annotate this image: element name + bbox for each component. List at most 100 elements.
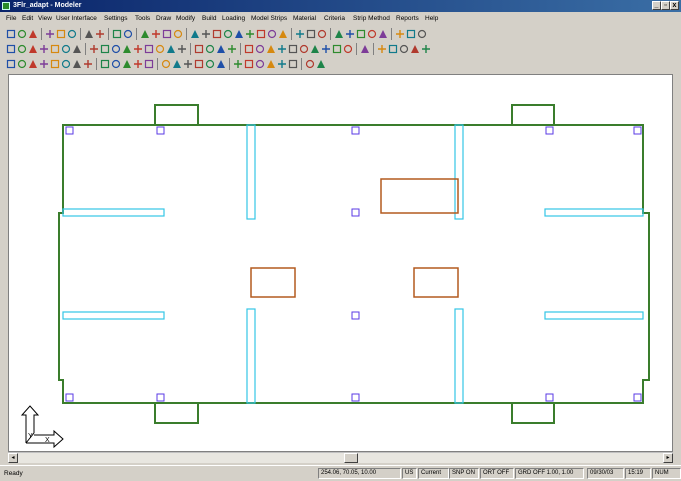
column[interactable] — [545, 393, 554, 402]
rotate-icon[interactable] — [50, 44, 60, 54]
beam-icon[interactable] — [334, 29, 344, 39]
wall[interactable] — [246, 308, 256, 404]
copy-icon[interactable] — [56, 29, 66, 39]
tool-z-icon[interactable] — [305, 59, 315, 69]
grid2-icon[interactable] — [321, 44, 331, 54]
menu-draw[interactable]: Draw — [156, 15, 171, 22]
menu-criteria[interactable]: Criteria — [324, 15, 345, 22]
zoom-out-icon[interactable] — [100, 44, 110, 54]
menu-edit[interactable]: Edit — [22, 15, 33, 22]
help-icon[interactable] — [123, 29, 133, 39]
view-render-icon[interactable] — [245, 29, 255, 39]
layer-icon[interactable] — [332, 44, 342, 54]
tendon-icon[interactable] — [194, 44, 204, 54]
zoom-all-icon[interactable] — [122, 44, 132, 54]
tool-i-icon[interactable] — [100, 59, 110, 69]
slash-icon[interactable] — [388, 44, 398, 54]
support-icon[interactable] — [216, 44, 226, 54]
tool-l-icon[interactable] — [133, 59, 143, 69]
tool-u-icon[interactable] — [244, 59, 254, 69]
horizontal-scrollbar[interactable]: ◂ ▸ — [8, 452, 673, 463]
column[interactable] — [351, 208, 360, 217]
minimize-button[interactable]: _ — [652, 1, 661, 10]
tool-q-icon[interactable] — [194, 59, 204, 69]
status-grid[interactable]: GRD OFF 1.00, 1.00 — [515, 468, 584, 479]
load-icon[interactable] — [227, 44, 237, 54]
hatch-icon[interactable] — [310, 44, 320, 54]
menu-build[interactable]: Build — [202, 15, 216, 22]
open-icon[interactable] — [17, 29, 27, 39]
rect-icon[interactable] — [166, 44, 176, 54]
circle2-icon[interactable] — [421, 44, 431, 54]
drawing-canvas[interactable]: Y X — [8, 74, 673, 452]
node-icon[interactable] — [17, 44, 27, 54]
arc-icon[interactable] — [360, 44, 370, 54]
drop-panel[interactable] — [380, 178, 459, 214]
view-iso-icon[interactable] — [223, 29, 233, 39]
print-icon[interactable] — [112, 29, 122, 39]
opening-icon[interactable] — [378, 29, 388, 39]
snap-icon[interactable] — [256, 29, 266, 39]
tool-x-icon[interactable] — [277, 59, 287, 69]
tool-b-icon[interactable] — [17, 59, 27, 69]
view-front-icon[interactable] — [201, 29, 211, 39]
column-icon[interactable] — [345, 29, 355, 39]
triangle-icon[interactable] — [410, 44, 420, 54]
mirror-icon[interactable] — [72, 44, 82, 54]
zoom-prev-icon[interactable] — [155, 44, 165, 54]
status-ortho[interactable]: ORT OFF — [480, 468, 514, 479]
ortho-icon[interactable] — [288, 44, 298, 54]
tool-o-icon[interactable] — [172, 59, 182, 69]
column[interactable] — [351, 393, 360, 402]
wall[interactable] — [454, 308, 464, 404]
frame-icon[interactable] — [177, 44, 187, 54]
tool-p-icon[interactable] — [183, 59, 193, 69]
menu-settings[interactable]: Settings — [104, 15, 128, 22]
select-icon[interactable] — [6, 44, 16, 54]
redo-icon[interactable] — [95, 29, 105, 39]
column[interactable] — [156, 126, 165, 135]
column[interactable] — [65, 126, 74, 135]
tool-a-icon[interactable] — [6, 59, 16, 69]
menu-file[interactable]: File — [6, 15, 16, 22]
view-top-icon[interactable] — [190, 29, 200, 39]
scroll-right-icon[interactable]: ▸ — [663, 453, 673, 463]
tool-v-icon[interactable] — [255, 59, 265, 69]
menu-modify[interactable]: Modify — [176, 15, 195, 22]
grid-icon[interactable] — [162, 29, 172, 39]
column[interactable] — [545, 126, 554, 135]
tool-aa-icon[interactable] — [316, 59, 326, 69]
tool-y-icon[interactable] — [288, 59, 298, 69]
table-icon[interactable] — [317, 29, 327, 39]
results-icon[interactable] — [417, 29, 427, 39]
tool-w-icon[interactable] — [266, 59, 276, 69]
copy-move-icon[interactable] — [61, 44, 71, 54]
new-icon[interactable] — [6, 29, 16, 39]
wall[interactable] — [454, 124, 464, 220]
cut-icon[interactable] — [45, 29, 55, 39]
rebar-icon[interactable] — [205, 44, 215, 54]
view-3d-icon[interactable] — [234, 29, 244, 39]
layers-icon[interactable] — [140, 29, 150, 39]
tool-n-icon[interactable] — [161, 59, 171, 69]
wall-icon[interactable] — [356, 29, 366, 39]
cross-icon[interactable] — [277, 44, 287, 54]
redraw-icon[interactable] — [144, 44, 154, 54]
wall[interactable] — [246, 124, 256, 220]
paste-icon[interactable] — [67, 29, 77, 39]
menu-model-strips[interactable]: Model Strips — [251, 15, 287, 22]
plus2-icon[interactable] — [377, 44, 387, 54]
scroll-left-icon[interactable]: ◂ — [8, 453, 18, 463]
column[interactable] — [351, 311, 360, 320]
tool-m-icon[interactable] — [144, 59, 154, 69]
tool-j-icon[interactable] — [111, 59, 121, 69]
menu-reports[interactable]: Reports — [396, 15, 419, 22]
list-icon[interactable] — [151, 29, 161, 39]
slab-icon[interactable] — [367, 29, 377, 39]
dim-icon[interactable] — [306, 29, 316, 39]
plus-icon[interactable] — [299, 44, 309, 54]
column[interactable] — [633, 393, 642, 402]
column[interactable] — [156, 393, 165, 402]
tool-h-icon[interactable] — [83, 59, 93, 69]
mesh-icon[interactable] — [395, 29, 405, 39]
